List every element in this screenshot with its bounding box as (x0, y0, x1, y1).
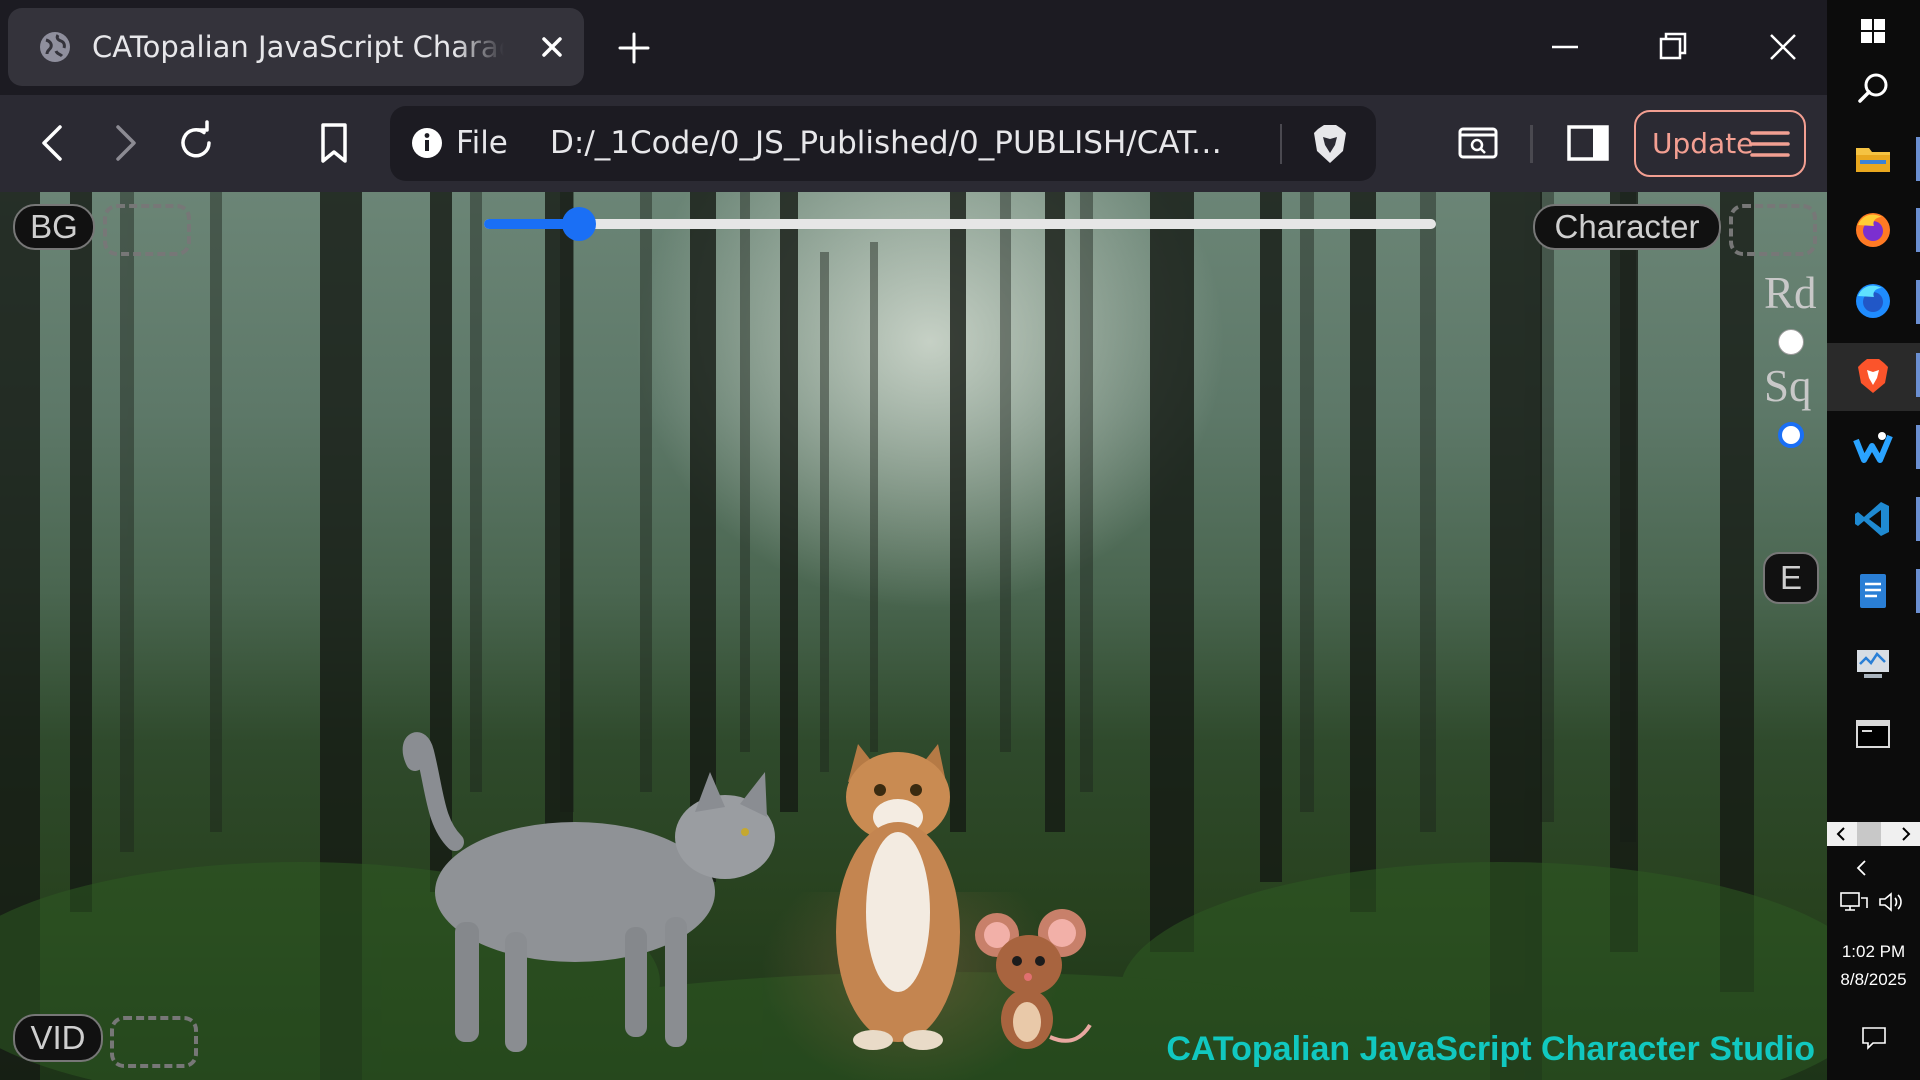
globe-icon (40, 32, 70, 62)
running-indicator (1916, 569, 1920, 613)
slider-thumb[interactable] (562, 207, 597, 241)
restore-icon[interactable] (1648, 22, 1698, 72)
taskbar-date[interactable]: 8/8/2025 (1827, 970, 1920, 990)
system-monitor-icon[interactable] (1852, 642, 1894, 684)
close-window-icon[interactable] (1758, 22, 1808, 72)
bg-button[interactable]: BG (13, 204, 95, 250)
winamp-icon[interactable] (1852, 426, 1894, 468)
running-indicator (1916, 425, 1920, 469)
sidebar-toggle-icon[interactable] (1562, 117, 1614, 169)
info-icon[interactable] (410, 126, 444, 160)
running-indicator (1916, 497, 1920, 541)
character-studio-page: BG Character Rd Sq E VID CATopalian Java… (0, 192, 1827, 1080)
close-tab-icon[interactable] (535, 30, 569, 64)
address-bar[interactable]: File D:/_1Code/0_JS_Published/0_PUBLISH/… (390, 106, 1376, 181)
vid-file-drop[interactable] (110, 1016, 198, 1068)
file-explorer-icon[interactable] (1852, 138, 1894, 180)
tab-strip: CATopalian JavaScript Character Studio (0, 0, 1827, 95)
tabby-cat-character[interactable] (818, 742, 978, 1052)
character-button[interactable]: Character (1533, 204, 1721, 250)
running-indicator (1916, 280, 1920, 324)
windows-start-icon[interactable] (1852, 10, 1894, 52)
hamburger-menu-icon (1750, 131, 1790, 157)
new-tab-icon[interactable] (614, 28, 654, 68)
back-icon[interactable] (28, 117, 80, 169)
screenshot-icon[interactable] (1452, 117, 1504, 169)
brave-icon[interactable] (1852, 355, 1894, 397)
running-indicator (1916, 137, 1920, 181)
bg-file-drop[interactable] (103, 204, 191, 256)
brave-shields-icon[interactable] (1310, 123, 1350, 165)
update-button[interactable]: Update (1634, 110, 1806, 177)
square-radio[interactable] (1778, 422, 1804, 448)
minimize-icon[interactable] (1540, 22, 1590, 72)
scroll-right-icon[interactable] (1898, 825, 1914, 843)
running-indicator (1916, 208, 1920, 252)
tab-catopalian[interactable]: CATopalian JavaScript Character Studio (8, 8, 584, 86)
notepad-icon[interactable] (1852, 570, 1894, 612)
browser-window: CATopalian JavaScript Character Studio (0, 0, 1827, 1080)
square-option-label: Sq (1764, 361, 1812, 411)
notifications-icon[interactable] (1860, 1024, 1888, 1052)
tab-title: CATopalian JavaScript Character Studio (92, 30, 504, 64)
url-text[interactable]: D:/_1Code/0_JS_Published/0_PUBLISH/CATop… (550, 106, 1240, 181)
terminal-icon[interactable] (1852, 713, 1894, 755)
forward-icon[interactable] (98, 117, 150, 169)
vid-button[interactable]: VID (13, 1014, 103, 1062)
vscode-icon[interactable] (1852, 498, 1894, 540)
firefox-icon[interactable] (1852, 209, 1894, 251)
gray-cat-character[interactable] (395, 732, 815, 1072)
scroll-thumb[interactable] (1857, 822, 1881, 846)
navigation-toolbar: File D:/_1Code/0_JS_Published/0_PUBLISH/… (0, 95, 1827, 192)
taskbar-scrollbar[interactable] (1827, 822, 1920, 846)
mouse-character[interactable] (972, 907, 1097, 1057)
round-radio[interactable] (1778, 329, 1804, 355)
address-bar-divider (1280, 124, 1282, 164)
reload-icon[interactable] (170, 117, 222, 169)
scroll-left-icon[interactable] (1833, 825, 1849, 843)
url-scheme-label: File (456, 125, 508, 161)
search-icon[interactable] (1852, 68, 1894, 110)
size-slider[interactable] (484, 207, 1436, 241)
firefox-developer-icon[interactable] (1852, 280, 1894, 322)
bookmark-icon[interactable] (308, 117, 360, 169)
taskbar-time[interactable]: 1:02 PM (1827, 942, 1920, 962)
update-label: Update (1652, 127, 1754, 160)
running-indicator (1916, 353, 1920, 397)
network-icon[interactable] (1839, 890, 1869, 914)
toolbar-divider (1530, 125, 1533, 163)
round-option-label: Rd (1764, 268, 1817, 318)
character-file-drop[interactable] (1729, 204, 1817, 256)
studio-title: CATopalian JavaScript Character Studio (1166, 1030, 1815, 1068)
windows-taskbar: 1:02 PM 8/8/2025 (1827, 0, 1920, 1080)
volume-icon[interactable] (1877, 890, 1907, 914)
show-hidden-icons-chevron-icon[interactable] (1852, 858, 1872, 878)
e-button[interactable]: E (1763, 552, 1819, 604)
